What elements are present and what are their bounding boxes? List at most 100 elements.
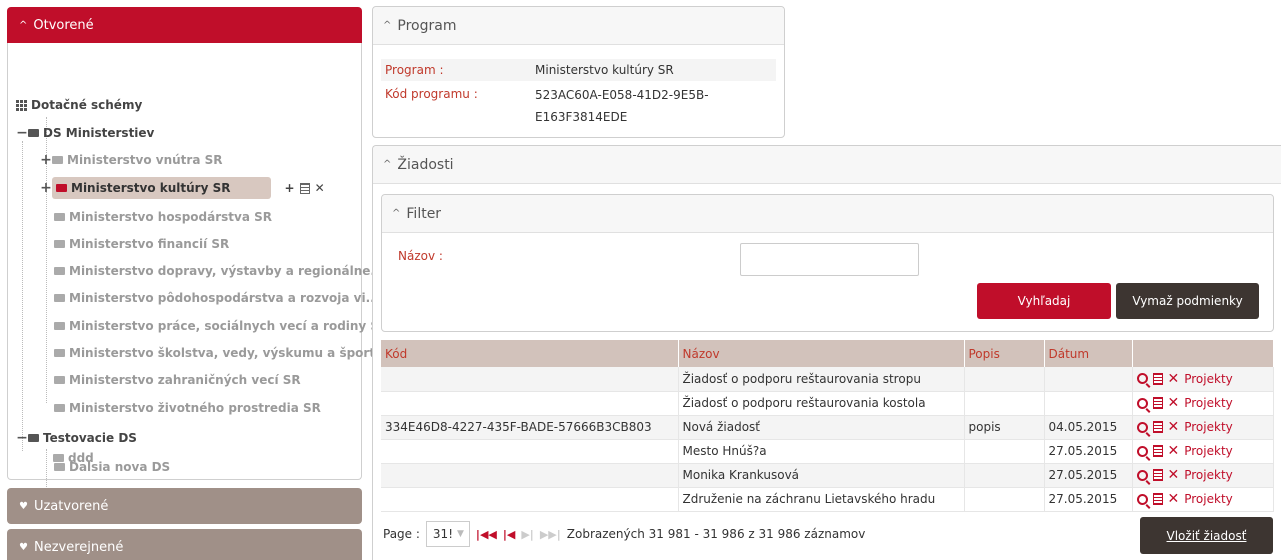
cell-code bbox=[381, 367, 679, 392]
tree-item[interactable]: Ministerstvo financií SR bbox=[54, 232, 229, 256]
document-icon[interactable] bbox=[1152, 493, 1163, 505]
folder-icon bbox=[54, 294, 65, 302]
tree-item[interactable]: Ministerstvo hospodárstva SR bbox=[54, 205, 272, 229]
program-panel-header[interactable]: ^ Program bbox=[373, 7, 784, 45]
folder-icon bbox=[54, 267, 65, 275]
projects-link[interactable]: Projekty bbox=[1184, 396, 1233, 410]
cell-name: Žiadosť o podporu reštaurovania stropu bbox=[678, 367, 965, 392]
tree-item[interactable]: Ministerstvo životného prostredia SR bbox=[54, 396, 321, 420]
table-row[interactable]: 334E46D8-4227-435F-BADE-57666B3CB803 Nov… bbox=[381, 415, 1274, 440]
filter-name-input[interactable] bbox=[740, 243, 919, 276]
tree-item[interactable]: ddd bbox=[53, 446, 94, 470]
tree-item[interactable]: + Ministerstvo vnútra SR bbox=[40, 148, 223, 172]
first-page-icon[interactable]: |◀◀ bbox=[476, 528, 497, 541]
tree-item-label: Ministerstvo financií SR bbox=[69, 237, 230, 251]
table-header-row: Kód Názov Popis Dátum bbox=[381, 340, 1274, 367]
table-row[interactable]: Žiadosť o podporu reštaurovania stropu ✕… bbox=[381, 367, 1274, 392]
cell-actions: ✕ Projekty bbox=[1132, 391, 1274, 416]
prev-page-icon[interactable]: |◀ bbox=[503, 528, 515, 541]
tree-item-label: Ministerstvo pôdohospodárstva a rozvoja … bbox=[69, 291, 380, 305]
collapse-icon[interactable]: − bbox=[16, 126, 28, 140]
folder-open-icon bbox=[28, 129, 39, 137]
column-header-date[interactable]: Dátum bbox=[1044, 340, 1133, 367]
code-value-line1: 523AC60A-E058-41D2-9E5B- bbox=[535, 88, 709, 102]
projects-link[interactable]: Projekty bbox=[1184, 372, 1233, 386]
cell-date: 27.05.2015 bbox=[1044, 463, 1133, 488]
code-value: 523AC60A-E058-41D2-9E5B- E163F3814EDE bbox=[535, 84, 709, 128]
tree-item-label: Ministerstvo hospodárstva SR bbox=[69, 210, 272, 224]
delete-icon[interactable]: ✕ bbox=[1168, 492, 1180, 506]
accordion-open[interactable]: ^ Otvorené bbox=[7, 7, 362, 43]
cell-name: Nová žiadosť bbox=[678, 415, 965, 440]
pager-summary: Zobrazených 31 981 - 31 986 z 31 986 záz… bbox=[566, 527, 866, 541]
tree-item[interactable]: Ministerstvo práce, sociálnych vecí a ro… bbox=[54, 314, 388, 338]
document-icon[interactable] bbox=[1152, 445, 1163, 457]
document-icon[interactable] bbox=[1152, 372, 1163, 385]
search-button[interactable]: Vyhľadaj bbox=[977, 283, 1111, 319]
column-header-description[interactable]: Popis bbox=[964, 340, 1045, 367]
tree-item-label: Ministerstvo kultúry SR bbox=[71, 181, 231, 195]
tree-item[interactable]: Ministerstvo školstva, vedy, výskumu a š… bbox=[54, 341, 389, 365]
insert-application-button[interactable]: Vložiť žiadosť bbox=[1140, 517, 1273, 554]
edit-icon[interactable] bbox=[299, 182, 310, 194]
zoom-icon[interactable] bbox=[1136, 397, 1148, 409]
clear-conditions-button[interactable]: Vymaž podmienky bbox=[1116, 283, 1259, 319]
delete-icon[interactable]: ✕ bbox=[1168, 468, 1180, 482]
delete-icon[interactable]: ✕ bbox=[1168, 396, 1180, 410]
zoom-icon[interactable] bbox=[1136, 469, 1148, 481]
filter-panel-title: Filter bbox=[406, 205, 442, 222]
table-row[interactable]: Združenie na záchranu Lietavského hradu … bbox=[381, 487, 1274, 512]
tree-item[interactable]: Ministerstvo dopravy, výstavby a regioná… bbox=[54, 259, 384, 283]
folder-icon bbox=[54, 376, 65, 384]
tree-group-ds-ministerstiev[interactable]: − DS Ministerstiev bbox=[16, 121, 154, 145]
ziadosti-panel-header[interactable]: ^ Žiadosti bbox=[373, 146, 1281, 184]
zoom-icon[interactable] bbox=[1136, 493, 1148, 505]
delete-icon[interactable]: ✕ bbox=[1168, 420, 1180, 434]
projects-link[interactable]: Projekty bbox=[1184, 468, 1233, 482]
chevron-up-icon: ^ bbox=[19, 19, 28, 31]
folder-icon bbox=[53, 454, 64, 462]
accordion-label: Uzatvorené bbox=[33, 498, 109, 514]
delete-icon[interactable]: ✕ bbox=[1168, 444, 1180, 458]
table-row[interactable]: Mesto Hnúš?a 27.05.2015 ✕ Projekty bbox=[381, 439, 1274, 464]
zoom-icon[interactable] bbox=[1136, 445, 1148, 457]
add-icon[interactable]: + bbox=[285, 181, 295, 195]
table-row[interactable]: Žiadosť o podporu reštaurovania kostola … bbox=[381, 391, 1274, 416]
cell-code: 334E46D8-4227-435F-BADE-57666B3CB803 bbox=[381, 415, 679, 440]
filter-panel-header[interactable]: ^ Filter bbox=[382, 195, 1273, 233]
document-icon[interactable] bbox=[1152, 469, 1163, 481]
tree-item[interactable]: Ministerstvo zahraničných vecí SR bbox=[54, 368, 301, 392]
tree-item[interactable]: Ministerstvo pôdohospodárstva a rozvoja … bbox=[54, 286, 379, 310]
zoom-icon[interactable] bbox=[1136, 421, 1148, 433]
delete-icon[interactable]: ✕ bbox=[315, 181, 325, 195]
delete-icon[interactable]: ✕ bbox=[1168, 372, 1180, 386]
next-page-icon[interactable]: ▶| bbox=[521, 528, 533, 541]
cell-actions: ✕ Projekty bbox=[1132, 487, 1274, 512]
document-icon[interactable] bbox=[1152, 421, 1163, 433]
table-row[interactable]: Monika Krankusová 27.05.2015 ✕ Projekty bbox=[381, 463, 1274, 488]
accordion-uzatvorene[interactable]: ♥ Uzatvorené bbox=[7, 488, 362, 524]
tree-item-highlight[interactable]: Ministerstvo kultúry SR bbox=[52, 177, 271, 199]
tree-item-label: Ministerstvo vnútra SR bbox=[67, 153, 223, 167]
document-icon[interactable] bbox=[1152, 397, 1163, 409]
page-select[interactable]: 31! ▼ bbox=[425, 521, 470, 547]
cell-code bbox=[381, 463, 679, 488]
column-header-name[interactable]: Názov bbox=[678, 340, 965, 367]
collapse-icon[interactable]: − bbox=[16, 431, 28, 445]
accordion-nezverejnene[interactable]: ♥ Nezverejnené bbox=[7, 529, 362, 560]
tree-item-selected[interactable]: + Ministerstvo kultúry SR + ✕ bbox=[40, 173, 325, 203]
expand-icon[interactable]: + bbox=[40, 153, 52, 167]
cell-description bbox=[964, 487, 1045, 512]
projects-link[interactable]: Projekty bbox=[1184, 420, 1233, 434]
zoom-icon[interactable] bbox=[1136, 373, 1148, 385]
column-header-code[interactable]: Kód bbox=[381, 340, 679, 367]
program-row: Program : Ministerstvo kultúry SR bbox=[381, 59, 776, 81]
tree-root-label: Dotačné schémy bbox=[31, 98, 143, 112]
expand-icon[interactable]: + bbox=[40, 181, 52, 195]
last-page-icon[interactable]: ▶▶| bbox=[540, 528, 561, 541]
projects-link[interactable]: Projekty bbox=[1184, 492, 1233, 506]
cell-description bbox=[964, 463, 1045, 488]
page-label: Page : bbox=[383, 527, 420, 541]
projects-link[interactable]: Projekty bbox=[1184, 444, 1233, 458]
tree-root[interactable]: Dotačné schémy bbox=[16, 93, 142, 117]
